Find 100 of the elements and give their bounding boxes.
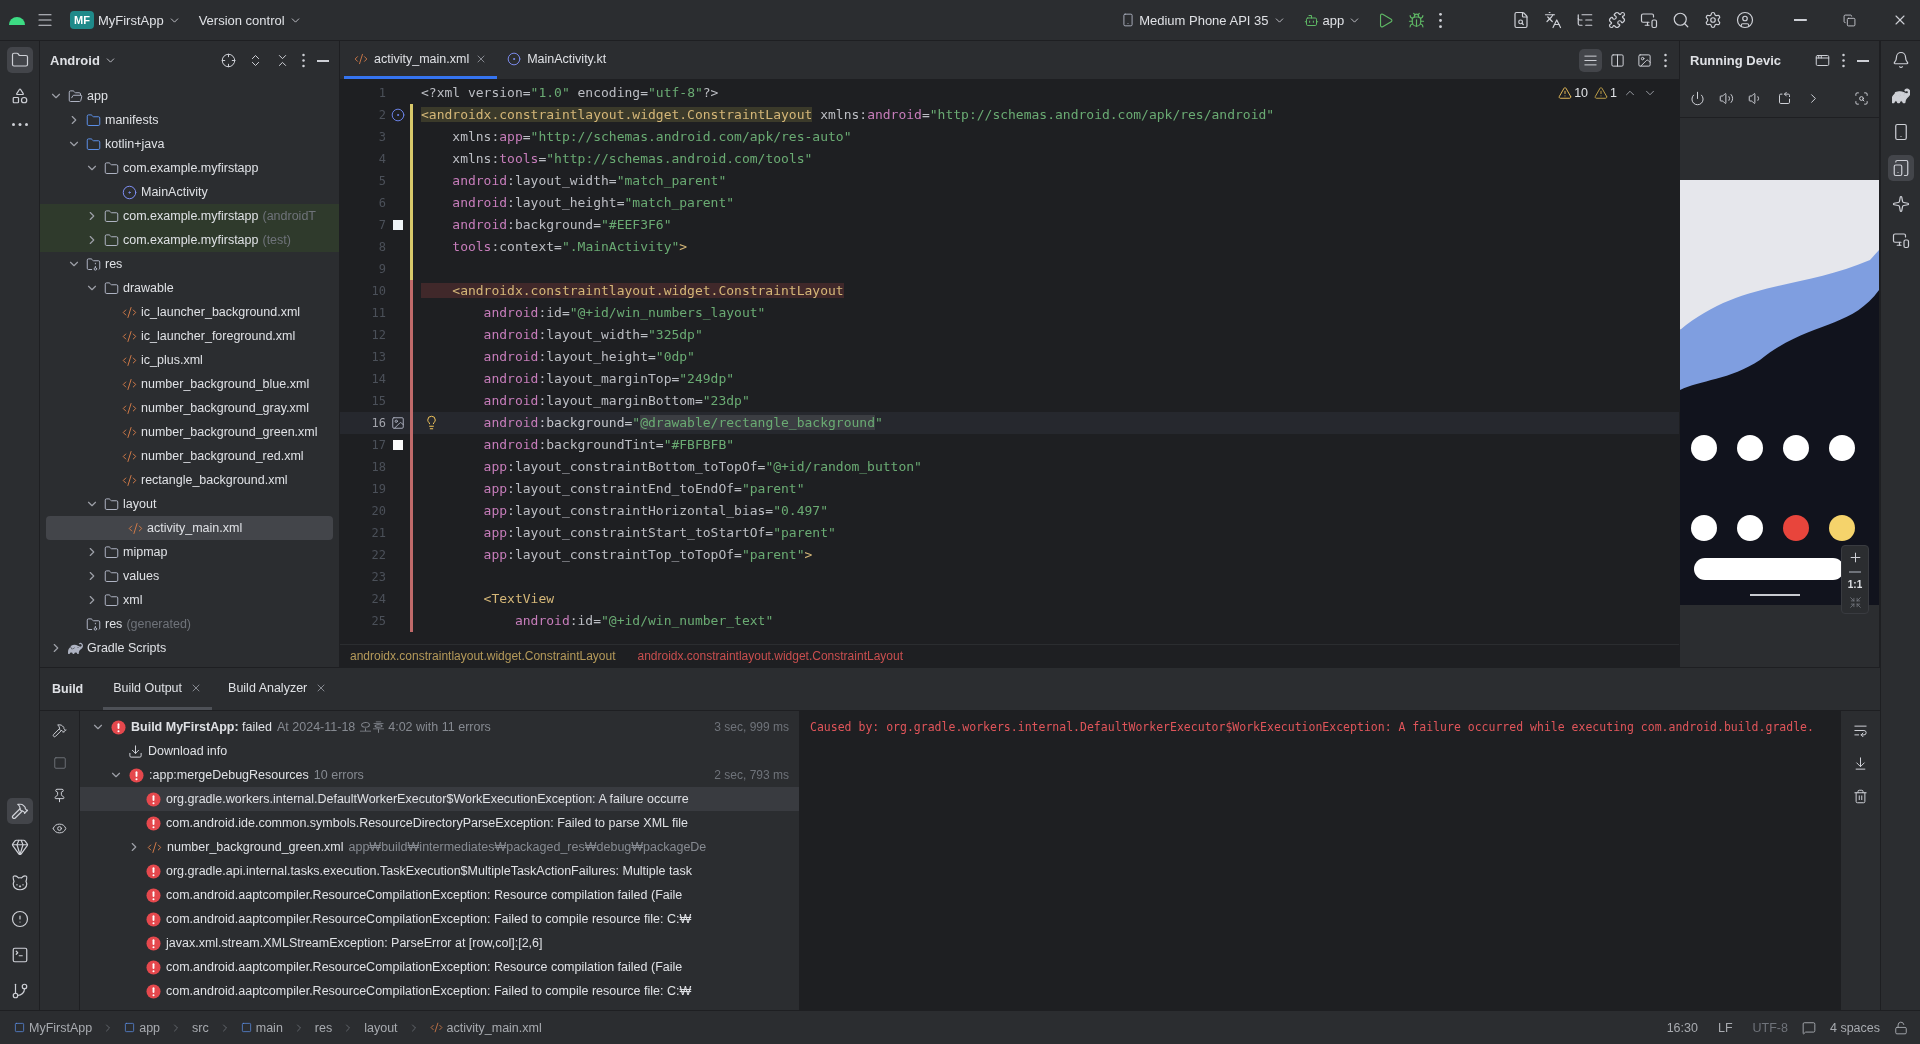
account-icon	[1736, 11, 1755, 29]
actual-size-button[interactable]: 1:1	[1847, 579, 1863, 590]
tree-item[interactable]: manifests	[40, 108, 339, 132]
build-tree-item[interactable]: org.gradle.api.internal.tasks.execution.TaskExecution$MultipleTaskActionFailures: Multiple task	[80, 859, 799, 883]
build-message: com.android.aaptcompiler.ResourceCompilationException: Resource compilation failed (Faile	[166, 888, 683, 902]
build-detail: 10 errors	[313, 768, 364, 782]
project-selector[interactable]: MF MyFirstApp	[64, 7, 187, 33]
path-item[interactable]: res	[312, 1018, 335, 1037]
tree-item[interactable]: Gradle Scripts	[40, 636, 339, 660]
build-tree-item[interactable]: Download info	[80, 739, 799, 763]
editor-tab[interactable]: activity_main.xml	[344, 41, 498, 79]
editor-tab[interactable]: MainActivity.kt	[497, 41, 617, 79]
color-swatch[interactable]	[393, 440, 403, 450]
lightbulb-icon[interactable]	[424, 415, 439, 430]
scroll-down-icon	[1853, 756, 1868, 771]
code-line: app:layout_constraintStart_toStartOf="parent"	[482, 524, 836, 542]
tree-item[interactable]: app	[40, 84, 339, 108]
tree-item[interactable]: res (generated)	[40, 612, 339, 636]
hammer-button[interactable]	[6, 798, 33, 824]
code-view-button[interactable]	[1579, 48, 1602, 72]
code-line: <TextView	[482, 590, 555, 608]
build-tree-item[interactable]: javax.xml.stream.XMLStreamException: ParseError at [row,col]:[2,6]	[80, 931, 799, 955]
build-tree-item[interactable]: com.android.aaptcompiler.ResourceCompilationException: Resource compilation failed (Faile	[80, 955, 799, 979]
tree-item[interactable]: ic_launcher_foreground.xml	[40, 324, 339, 348]
error-icon	[111, 719, 126, 735]
tree-item[interactable]: res	[40, 252, 339, 276]
caret-position[interactable]: 16:30	[1660, 1020, 1704, 1035]
tree-item[interactable]: number_background_gray.xml	[40, 396, 339, 420]
device-selector[interactable]: Medium Phone API 35	[1115, 8, 1292, 32]
breadcrumb[interactable]: androidx.constraintlayout.widget.ConstraintLayout	[350, 649, 616, 663]
class-icon[interactable]	[391, 108, 405, 122]
folder-button[interactable]	[6, 47, 33, 73]
path-item[interactable]: MyFirstApp	[12, 1018, 95, 1037]
tree-item-label: rectangle_background.xml	[141, 473, 288, 487]
build-tree-item[interactable]: com.android.aaptcompiler.ResourceCompilationException: Failed to compile resource file: C:₩	[80, 907, 799, 931]
tree-item-label: activity_main.xml	[147, 521, 243, 535]
build-tree-item[interactable]: Build MyFirstApp: failed At 2024-11-18 오후 4:02 with 11 errors 3 sec, 999 ms	[80, 715, 799, 739]
image-icon[interactable]	[391, 416, 405, 430]
tree-item[interactable]: xml	[40, 588, 339, 612]
tree-item[interactable]: number_background_red.xml	[40, 444, 339, 468]
lock-icon[interactable]	[1894, 1020, 1908, 1035]
tree-item[interactable]: MainActivity	[40, 180, 339, 204]
zoom-in-icon[interactable]	[1847, 550, 1863, 565]
vcs-menu[interactable]: Version control	[192, 8, 308, 32]
breadcrumb[interactable]: androidx.constraintlayout.widget.ConstraintLayout	[637, 649, 903, 663]
code-icon	[122, 472, 137, 488]
color-swatch[interactable]	[393, 220, 403, 230]
fit-icon[interactable]	[1848, 596, 1862, 609]
tree-item-label: kotlin+java	[105, 137, 165, 151]
tree-item[interactable]: mipmap	[40, 540, 339, 564]
tree-item[interactable]: activity_main.xml	[46, 516, 333, 540]
weak-warning-count[interactable]: 1	[1594, 86, 1617, 100]
run-config-selector[interactable]: app	[1297, 8, 1368, 32]
tree-item[interactable]: com.example.myfirstapp (test)	[40, 228, 339, 252]
class-icon	[122, 184, 137, 200]
build-tree-item[interactable]: com.android.aaptcompiler.ResourceCompilationException: Failed to compile resource file: C:₩	[80, 979, 799, 1003]
path-item[interactable]: src	[190, 1018, 211, 1037]
build-tree-item[interactable]: com.android.aaptcompiler.ResourceCompilationException: Resource compilation failed (Faile	[80, 883, 799, 907]
tree-item-label: ic_plus.xml	[141, 353, 203, 367]
tree-item[interactable]: com.example.myfirstapp	[40, 156, 339, 180]
tree-item[interactable]: kotlin+java	[40, 132, 339, 156]
build-tree-item[interactable]: com.android.ide.common.symbols.ResourceDirectoryParseException: Failed to parse XML file	[80, 811, 799, 835]
build-tree-item[interactable]: :app:mergeDebugResources 10 errors 2 sec, 793 ms	[80, 763, 799, 787]
vcs-label: Version control	[198, 12, 285, 28]
path-item[interactable]: main	[238, 1018, 285, 1037]
run-config-name: app	[1322, 12, 1345, 28]
build-tree-item[interactable]: org.gradle.workers.internal.DefaultWorkerExecutor$WorkExecutionException: A failure occurre	[80, 787, 799, 811]
build-tree-item[interactable]: number_background_green.xml app₩build₩intermediates₩packaged_res₩debug₩packageDe	[80, 835, 799, 859]
more-icon	[302, 53, 305, 68]
window-icon	[1815, 53, 1830, 68]
tree-item[interactable]: number_background_green.xml	[40, 420, 339, 444]
path-item[interactable]: layout	[362, 1018, 400, 1037]
devices-button[interactable]	[1887, 155, 1914, 181]
folder-icon	[104, 160, 119, 176]
tree-item[interactable]: values	[40, 564, 339, 588]
tree-item[interactable]: com.example.myfirstapp (androidT	[40, 204, 339, 228]
path-item[interactable]: activity_main.xml	[427, 1018, 544, 1037]
code-icon	[122, 424, 137, 440]
class-icon	[507, 51, 522, 66]
tree-item[interactable]: ic_launcher_background.xml	[40, 300, 339, 324]
tree-item-label: number_background_red.xml	[141, 449, 304, 463]
tree-item[interactable]: rectangle_background.xml	[40, 468, 339, 492]
tree-item[interactable]: number_background_blue.xml	[40, 372, 339, 396]
project-view-selector[interactable]: Android	[50, 53, 117, 68]
indent-setting[interactable]: 4 spaces	[1823, 1020, 1886, 1035]
build-tab[interactable]: Build Output	[103, 668, 213, 710]
warning-count[interactable]: 10	[1558, 86, 1589, 100]
tree-item[interactable]: ic_plus.xml	[40, 348, 339, 372]
build-tab[interactable]: Build Analyzer	[218, 668, 338, 710]
code-icon	[429, 1021, 443, 1034]
code-line: android:id="@+id/win_number_text"	[513, 612, 774, 630]
path-item[interactable]: app	[122, 1018, 163, 1037]
project-badge: MF	[70, 11, 94, 29]
code-icon	[122, 376, 137, 392]
download-icon	[128, 743, 143, 759]
line-separator[interactable]: LF	[1711, 1020, 1739, 1035]
comment-icon[interactable]	[1801, 1020, 1816, 1035]
tree-item[interactable]: drawable	[40, 276, 339, 300]
build-message: :app:mergeDebugResources	[149, 768, 309, 782]
tree-item[interactable]: layout	[40, 492, 339, 516]
